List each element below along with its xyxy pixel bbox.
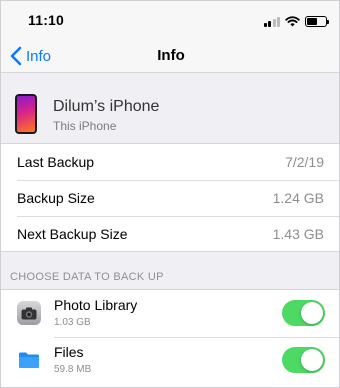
folder-icon xyxy=(17,348,41,372)
files-toggle[interactable] xyxy=(282,347,325,373)
wifi-icon xyxy=(285,15,300,26)
camera-icon xyxy=(17,301,41,325)
device-name: Dilum’s iPhone xyxy=(53,98,160,115)
info-row-next-backup-size: Next Backup Size 1.43 GB xyxy=(1,216,339,252)
device-header: Dilum’s iPhone This iPhone xyxy=(1,74,339,144)
device-subtitle: This iPhone xyxy=(53,119,117,133)
info-label: Last Backup xyxy=(17,154,95,170)
screen: 11:10 Info Info Dilum’s iPhone This iPho… xyxy=(0,0,340,388)
app-name: Photo Library xyxy=(54,297,138,313)
app-row-photo-library: Photo Library 1.03 GB xyxy=(1,290,339,337)
section-header: CHOOSE DATA TO BACK UP xyxy=(1,252,339,290)
iphone-icon xyxy=(15,94,37,134)
page-title: Info xyxy=(157,47,185,64)
cellular-signal-icon xyxy=(263,16,280,27)
app-size: 1.03 GB xyxy=(54,317,91,328)
info-row-backup-size: Backup Size 1.24 GB xyxy=(1,180,339,216)
app-row-files: Files 59.8 MB xyxy=(1,337,339,384)
section-title: CHOOSE DATA TO BACK UP xyxy=(10,271,164,283)
navigation-bar: Info Info xyxy=(1,41,339,73)
backup-apps-list: Photo Library 1.03 GB Files 59.8 MB xyxy=(1,290,339,387)
status-time: 11:10 xyxy=(28,12,65,28)
app-name: Files xyxy=(54,344,84,360)
info-value: 7/2/19 xyxy=(285,154,324,170)
info-value: 1.43 GB xyxy=(272,226,324,242)
info-label: Backup Size xyxy=(17,190,95,206)
info-label: Next Backup Size xyxy=(17,226,128,242)
photo-library-toggle[interactable] xyxy=(282,300,325,326)
status-bar: 11:10 xyxy=(1,1,339,41)
backup-info-group: Last Backup 7/2/19 Backup Size 1.24 GB N… xyxy=(1,144,339,252)
status-icons xyxy=(263,14,329,28)
info-row-last-backup: Last Backup 7/2/19 xyxy=(1,144,339,180)
battery-icon xyxy=(305,15,329,27)
info-value: 1.24 GB xyxy=(272,190,324,206)
app-size: 59.8 MB xyxy=(54,364,92,375)
